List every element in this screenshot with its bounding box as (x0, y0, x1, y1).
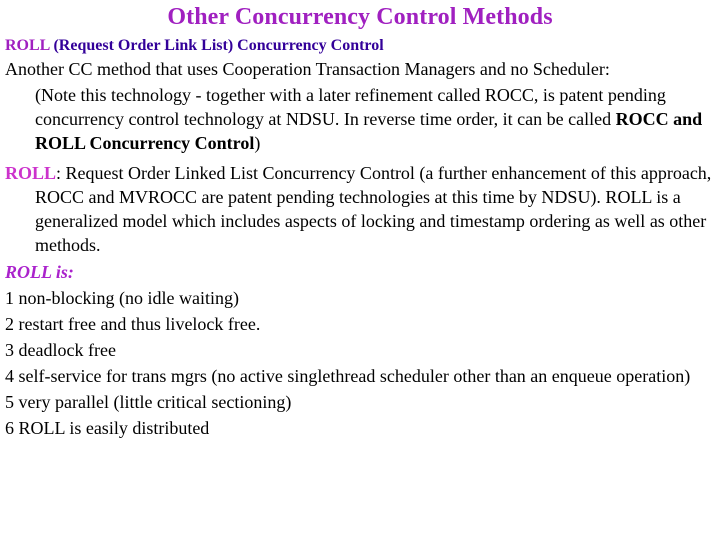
roll-is-label: ROLL is: (5, 261, 74, 282)
heading-roll-acronym: ROLL (5, 36, 50, 54)
list-item: 4 self-service for trans mgrs (no active… (5, 364, 714, 388)
roll-definition-text: : Request Order Linked List Concurrency … (35, 162, 712, 255)
paragraph-line-suffix: ) (254, 132, 261, 153)
paragraph-cc-method-line1: Another CC method that uses Cooperation … (5, 57, 714, 81)
paragraph-cc-method-note: (Note this technology - together with a … (5, 84, 714, 156)
list-item: 2 restart free and thus livelock free. (5, 312, 714, 336)
list-item: 1 non-blocking (no idle waiting) (5, 286, 714, 310)
paragraph-line-text: (Note this technology - together with a … (35, 85, 604, 105)
paragraph-roll-definition: ROLL: Request Order Linked List Concurre… (5, 161, 714, 257)
section-heading: ROLL (Request Order Link List) Concurren… (5, 35, 714, 56)
list-item-text: 2 restart free and thus livelock free. (5, 313, 261, 334)
paragraph-line-text: Another CC method that uses Cooperation … (5, 58, 610, 79)
list-item-text: 5 very parallel (little critical section… (5, 391, 292, 412)
heading-roll-expansion: (Request Order Link List) Concurrency Co… (49, 36, 384, 54)
page-title: Other Concurrency Control Methods (167, 4, 553, 30)
list-item: 3 deadlock free (5, 338, 714, 362)
presentation-slide: Other Concurrency Control Methods ROLL (… (0, 4, 720, 544)
list-item-text: 1 non-blocking (no idle waiting) (5, 287, 239, 308)
list-item: 5 very parallel (little critical section… (5, 390, 714, 414)
list-item-text: 3 deadlock free (5, 339, 116, 360)
list-item: 6 ROLL is easily distributed (5, 416, 714, 440)
roll-acronym-label: ROLL (5, 162, 57, 183)
slide-body: ROLL (Request Order Link List) Concurren… (0, 35, 720, 440)
list-item-text: 6 ROLL is easily distributed (5, 417, 210, 438)
list-item-text: 4 self-service for trans mgrs (no active… (5, 365, 691, 386)
paragraph-line-prefix: called (568, 108, 616, 129)
